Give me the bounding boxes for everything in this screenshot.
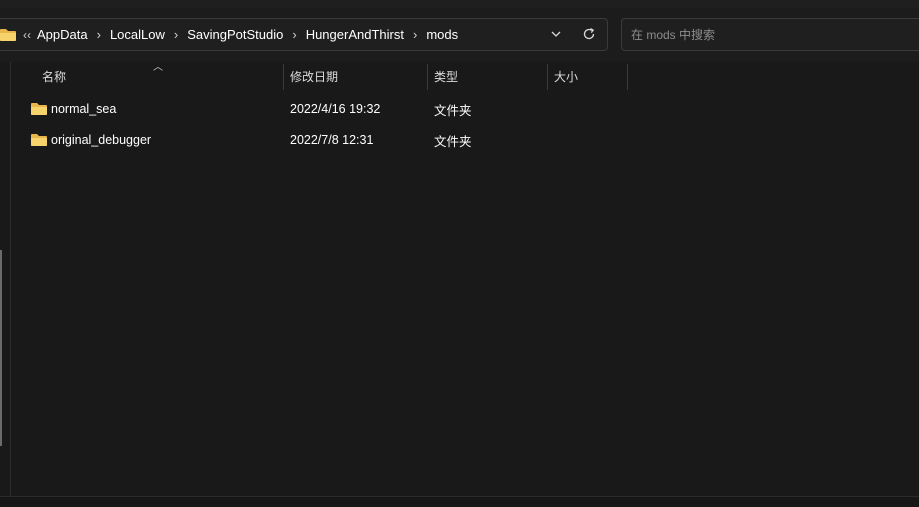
file-name: normal_sea <box>51 102 117 116</box>
breadcrumb-hungerandthirst[interactable]: HungerAndThirst <box>306 27 404 42</box>
column-header-size[interactable]: 大小 <box>554 62 578 90</box>
search-input[interactable] <box>631 27 911 42</box>
chevron-right-icon[interactable]: › <box>292 27 296 42</box>
column-divider[interactable] <box>627 64 628 90</box>
column-header-modified[interactable]: 修改日期 <box>290 62 338 90</box>
column-header-type[interactable]: 类型 <box>434 62 458 90</box>
file-type: 文件夹 <box>434 103 472 118</box>
folder-icon <box>30 102 48 116</box>
table-row[interactable]: original_debugger 2022/7/8 12:31 文件夹 <box>12 125 919 155</box>
sort-up-icon: ︿ <box>153 62 163 73</box>
column-divider[interactable] <box>283 64 284 90</box>
navigation-scrollbar[interactable] <box>0 250 2 446</box>
modified-date: 2022/4/16 19:32 <box>290 102 381 116</box>
folder-icon <box>30 133 48 147</box>
breadcrumb-appdata[interactable]: AppData <box>37 27 88 42</box>
file-list: 名称 ︿ 修改日期 类型 大小 normal_sea 2022/4/16 19:… <box>12 62 919 496</box>
search-box[interactable] <box>621 18 919 51</box>
refresh-icon[interactable] <box>581 26 597 42</box>
file-name-cell[interactable]: normal_sea <box>30 94 116 124</box>
file-type: 文件夹 <box>434 134 472 149</box>
breadcrumb-locallow[interactable]: LocalLow <box>110 27 165 42</box>
chevron-right-icon[interactable]: › <box>413 27 417 42</box>
breadcrumb-savingpotstudio[interactable]: SavingPotStudio <box>187 27 283 42</box>
file-name: original_debugger <box>51 133 152 147</box>
chevron-right-icon[interactable]: › <box>97 27 101 42</box>
column-header-name[interactable]: 名称 <box>42 62 66 90</box>
column-divider[interactable] <box>547 64 548 90</box>
breadcrumb-mods[interactable]: mods <box>426 27 458 42</box>
status-bar <box>0 496 919 507</box>
modified-date: 2022/7/8 12:31 <box>290 133 374 147</box>
breadcrumb-overflow-button[interactable]: ‹‹ <box>23 28 31 42</box>
address-bar[interactable]: ‹‹ AppData › LocalLow › SavingPotStudio … <box>0 18 608 51</box>
chevron-right-icon[interactable]: › <box>174 27 178 42</box>
address-toolbar: ‹‹ AppData › LocalLow › SavingPotStudio … <box>0 8 919 62</box>
column-divider[interactable] <box>427 64 428 90</box>
chevron-down-icon[interactable] <box>549 27 563 41</box>
file-name-cell[interactable]: original_debugger <box>30 125 151 155</box>
title-strip <box>0 0 919 8</box>
table-row[interactable]: normal_sea 2022/4/16 19:32 文件夹 <box>12 94 919 124</box>
folder-icon <box>0 28 17 42</box>
